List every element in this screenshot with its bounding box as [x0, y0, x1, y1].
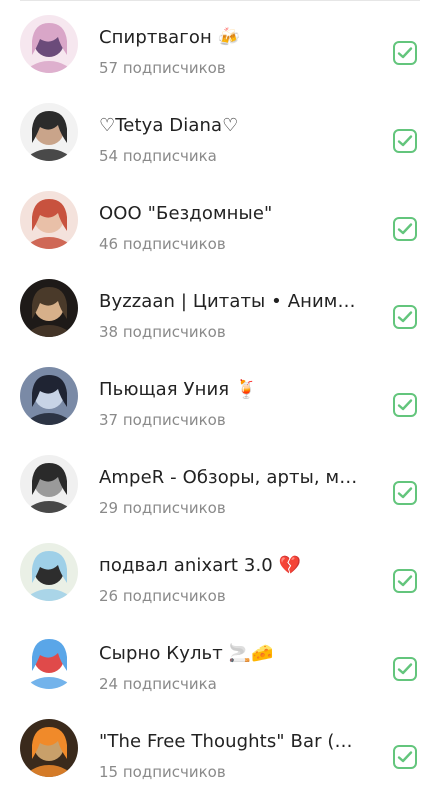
check-icon	[397, 311, 413, 323]
subscriber-count: 26 подписчиков	[99, 587, 226, 605]
channel-row[interactable]: Byzzaan | Цитаты • Аниме... 38 подписчико…	[0, 265, 440, 353]
subscribed-checkbox[interactable]	[393, 305, 417, 329]
channel-avatar[interactable]	[20, 455, 78, 513]
subscribed-checkbox[interactable]	[393, 217, 417, 241]
channel-title[interactable]: "The Free Thoughts" Bar (б...	[99, 731, 361, 753]
subscriber-count: 29 подписчиков	[99, 499, 226, 517]
channel-avatar[interactable]	[20, 719, 78, 777]
channel-title[interactable]: ООО "Бездомные"	[99, 203, 361, 225]
channel-row[interactable]: AmpeR - Обзоры, арты, му... 29 подписчико…	[0, 441, 440, 529]
channel-row[interactable]: Сырно Культ 🚬🧀 24 подписчика	[0, 617, 440, 705]
channel-row[interactable]: ООО "Бездомные" 46 подписчиков	[0, 177, 440, 265]
channel-title[interactable]: Спиртвагон 🍻	[99, 27, 361, 49]
check-icon	[397, 575, 413, 587]
channel-row[interactable]: "The Free Thoughts" Bar (б... 15 подписчи…	[0, 705, 440, 793]
subscribed-checkbox[interactable]	[393, 569, 417, 593]
channel-avatar[interactable]	[20, 367, 78, 425]
channel-avatar[interactable]	[20, 15, 78, 73]
channel-title[interactable]: Сырно Культ 🚬🧀	[99, 643, 361, 665]
channel-row[interactable]: подвал anixart 3.0 💔 26 подписчиков	[0, 529, 440, 617]
check-icon	[397, 135, 413, 147]
subscriber-count: 37 подписчиков	[99, 411, 226, 429]
check-icon	[397, 399, 413, 411]
check-icon	[397, 223, 413, 235]
subscribed-checkbox[interactable]	[393, 41, 417, 65]
channel-title[interactable]: ♡Tetya Diana♡	[99, 115, 361, 137]
channel-title[interactable]: подвал anixart 3.0 💔	[99, 555, 361, 577]
channel-row[interactable]: Спиртвагон 🍻 57 подписчиков	[0, 1, 440, 89]
subscriber-count: 46 подписчиков	[99, 235, 226, 253]
channel-avatar[interactable]	[20, 543, 78, 601]
channel-title[interactable]: Пьющая Уния 🍹	[99, 379, 361, 401]
subscribed-checkbox[interactable]	[393, 129, 417, 153]
check-icon	[397, 663, 413, 675]
channel-avatar[interactable]	[20, 191, 78, 249]
channel-row[interactable]: Пьющая Уния 🍹 37 подписчиков	[0, 353, 440, 441]
channel-title[interactable]: Byzzaan | Цитаты • Аниме...	[99, 291, 361, 313]
check-icon	[397, 751, 413, 763]
subscribed-checkbox[interactable]	[393, 481, 417, 505]
subscriber-count: 38 подписчиков	[99, 323, 226, 341]
subscriber-count: 54 подписчика	[99, 147, 217, 165]
channel-avatar[interactable]	[20, 631, 78, 689]
subscribed-checkbox[interactable]	[393, 657, 417, 681]
subscriber-count: 15 подписчиков	[99, 763, 226, 781]
check-icon	[397, 487, 413, 499]
subscriber-count: 57 подписчиков	[99, 59, 226, 77]
channel-title[interactable]: AmpeR - Обзоры, арты, му...	[99, 467, 361, 489]
channel-avatar[interactable]	[20, 103, 78, 161]
check-icon	[397, 47, 413, 59]
subscribed-checkbox[interactable]	[393, 393, 417, 417]
subscribed-checkbox[interactable]	[393, 745, 417, 769]
channel-row[interactable]: ♡Tetya Diana♡ 54 подписчика	[0, 89, 440, 177]
subscriber-count: 24 подписчика	[99, 675, 217, 693]
channel-avatar[interactable]	[20, 279, 78, 337]
